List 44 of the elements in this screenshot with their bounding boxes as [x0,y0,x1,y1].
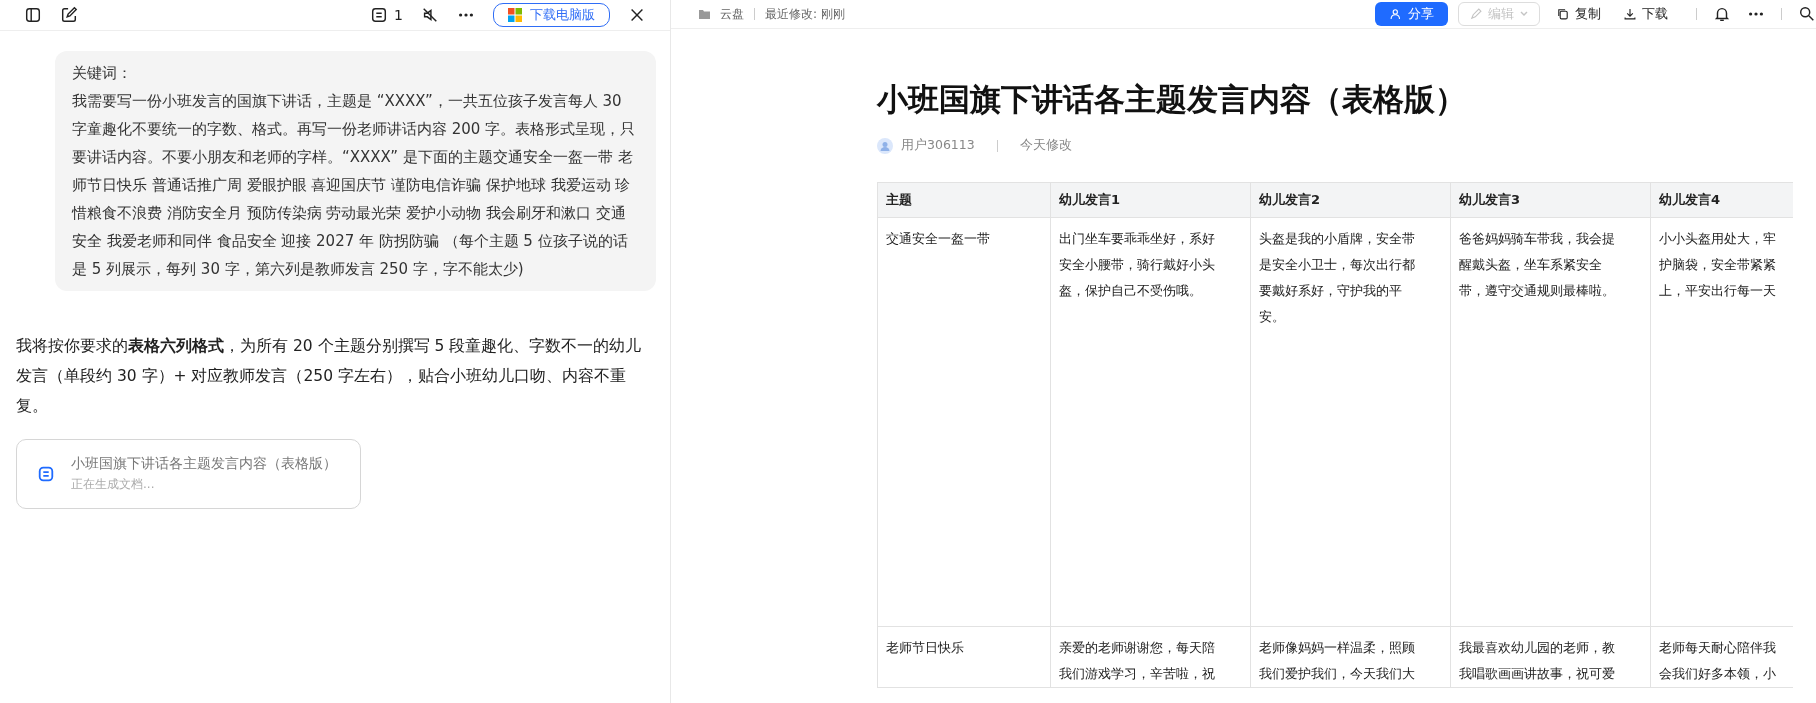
breadcrumb-link[interactable]: 云盘 [720,5,744,23]
table-cell: 爸爸妈妈骑车带我，我会提 醒戴头盔，坐车系紧安全 带，遵守交通规则最棒啦。 [1450,217,1651,627]
close-icon[interactable] [628,6,646,24]
message-heading: 关键词： [72,63,133,84]
message-text: 我需要写一份小班发言的国旗下讲话，主题是 “XXXX”，一共五位孩子发言每人 30 字童趣化不要统一的字数、格式。再写一份老师讲话内容 200 字。表格形式呈现，只要讲话内容。不要小朋友和老师的字样。“XXXX” 是下面的主题交通安全一盔一带 老师节日快乐 普通话推广周 爱眼护眼 喜迎国庆节 谨防电信诈骗 保护地球 我爱运动 珍惜粮食不浪费 消防安全月 预防传染病 劳动最光荣 爱护小动物 我会刷牙和漱口 交通安全 我爱老师和同伴 食品安全 迎接 2027 年 防拐防骗 （每个主题 5 位孩子说的话是 5 列展示，每列 30 字，第六列是教师发言 250 字，字不能太少) [72,91,637,280]
download-icon [1623,7,1637,21]
avatar-icon [877,137,893,154]
document-icon[interactable] [370,6,389,24]
document-card[interactable]: 小班国旗下讲话各主题发言内容（表格版） 正在生成文档... [16,439,361,509]
pencil-icon [1469,7,1483,21]
table-cell: 出门坐车要乖乖坐好，系好 安全小腰带，骑行戴好小头 盔，保护自己不受伤哦。 [1050,217,1251,627]
column-header: 幼儿发言3 [1450,182,1651,218]
table-cell: 我最喜欢幼儿园的老师，教 我唱歌画画讲故事，祝可爱 [1450,626,1651,688]
windows-icon [508,8,522,22]
bell-icon[interactable] [1713,5,1731,23]
reply-text: 我将按你要求的表格六列格式，为所有 20 个主题分别撰写 5 段童趣化、字数不一的幼儿发言（单段约 30 字）+ 对应教师发言（250 字左右），贴合小班幼儿口吻、内容不重复。 [16,336,643,417]
column-header: 幼儿发言1 [1050,182,1251,218]
copy-icon [1556,7,1570,21]
table-cell: 老师节日快乐 [877,626,1051,688]
table-cell: 头盔是我的小盾牌，安全带 是安全小卫士，每次出行都 要戴好系好，守护我的平 安。 [1250,217,1451,627]
download-button[interactable]: 下载 [1617,2,1674,26]
copy-button[interactable]: 复制 [1550,2,1607,26]
column-header: 幼儿发言4 [1650,182,1793,218]
mute-icon[interactable] [421,6,439,24]
download-app-button[interactable]: 下载电脑版 [493,3,610,27]
document-status: 正在生成文档... [71,476,156,493]
count: 1 [394,7,403,23]
folder-icon [699,9,710,19]
table-cell: 交通安全一盔一带 [877,217,1051,627]
sidebar-icon[interactable] [24,6,42,24]
document-title: 小班国旗下讲话各主题发言内容（表格版） [71,455,337,473]
primary-button[interactable]: 分享 [1375,2,1448,26]
edit-icon[interactable] [60,6,78,24]
author-name[interactable]: 用户306113 [901,137,975,154]
column-header: 幼儿发言2 [1250,182,1451,218]
search-icon[interactable] [1798,5,1816,23]
column-header: 主题 [877,182,1051,218]
modified-time: 今天修改 [1019,137,1072,154]
last-modified: 最近修改: 刚刚 [765,5,845,23]
table-cell: 亲爱的老师谢谢您，每天陪 我们游戏学习，辛苦啦，祝 [1050,626,1251,688]
table-cell: 老师像妈妈一样温柔，照顾 我们爱护我们，今天我们大 [1250,626,1451,688]
document-title: 小班国旗下讲话各主题发言内容（表格版） [877,80,1467,119]
person-icon [1389,7,1403,21]
document-icon [37,465,55,483]
